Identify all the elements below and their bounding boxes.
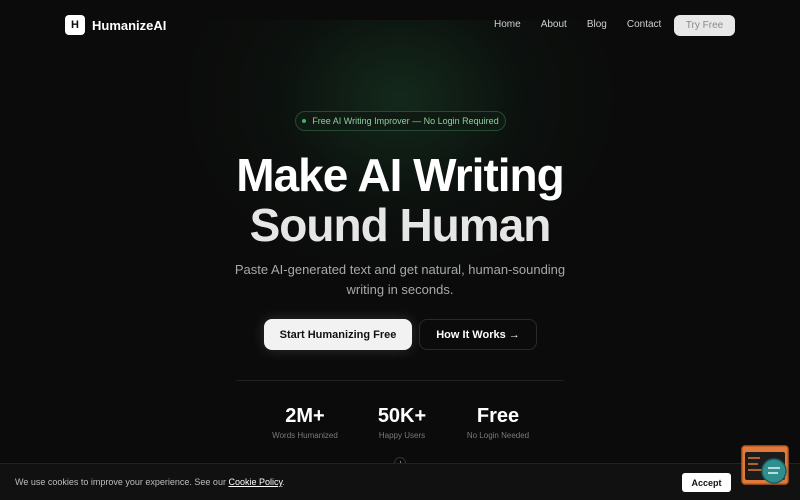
cookie-suffix: . <box>282 477 285 487</box>
how-it-works-button[interactable]: How It Works → <box>419 319 537 350</box>
navbar: H HumanizeAI Home About Blog Contact Try… <box>0 0 800 50</box>
stat-label: No Login Needed <box>466 431 530 440</box>
cookie-text: We use cookies to improve your experienc… <box>15 477 285 487</box>
stat-free: Free No Login Needed <box>455 404 541 440</box>
hero-badge: Free AI Writing Improver — No Login Requ… <box>295 111 506 131</box>
cookie-message: We use cookies to improve your experienc… <box>15 477 226 487</box>
stat-words: 2M+ Words Humanized <box>262 404 348 440</box>
stat-users: 50K+ Happy Users <box>361 404 443 440</box>
stat-label: Happy Users <box>378 431 426 440</box>
start-humanizing-button[interactable]: Start Humanizing Free <box>264 319 412 350</box>
nav-link-about[interactable]: About <box>541 19 567 30</box>
headline-line-2: Sound Human <box>249 199 552 251</box>
nav-link-home[interactable]: Home <box>494 19 521 30</box>
logo-text: HumanizeAI <box>92 17 167 33</box>
try-free-button[interactable]: Try Free <box>674 15 735 36</box>
badge-text: Free AI Writing Improver — No Login Requ… <box>312 116 499 126</box>
logo[interactable]: H HumanizeAI <box>65 15 166 35</box>
hero-headline: Make AI Writing Sound Human <box>0 150 800 250</box>
status-dot-icon <box>302 119 307 123</box>
headline-line-1: Make AI Writing <box>236 149 564 201</box>
nav-link-contact[interactable]: Contact <box>627 19 661 30</box>
logo-mark: H <box>65 15 85 35</box>
stats-divider <box>236 380 564 381</box>
chat-widget-icon[interactable] <box>740 444 792 490</box>
nav-links: Home About Blog Contact <box>494 19 681 30</box>
nav-link-blog[interactable]: Blog <box>587 19 607 30</box>
hero-subtitle: Paste AI-generated text and get natural,… <box>234 262 566 297</box>
stat-label: Words Humanized <box>272 431 338 440</box>
cookie-policy-link[interactable]: Cookie Policy <box>228 477 282 487</box>
stat-value: 2M+ <box>285 405 325 427</box>
stat-value: Free <box>476 405 520 427</box>
accept-cookies-button[interactable]: Accept <box>682 473 731 492</box>
cookie-banner: We use cookies to improve your experienc… <box>0 463 800 500</box>
stat-value: 50K+ <box>377 405 427 427</box>
